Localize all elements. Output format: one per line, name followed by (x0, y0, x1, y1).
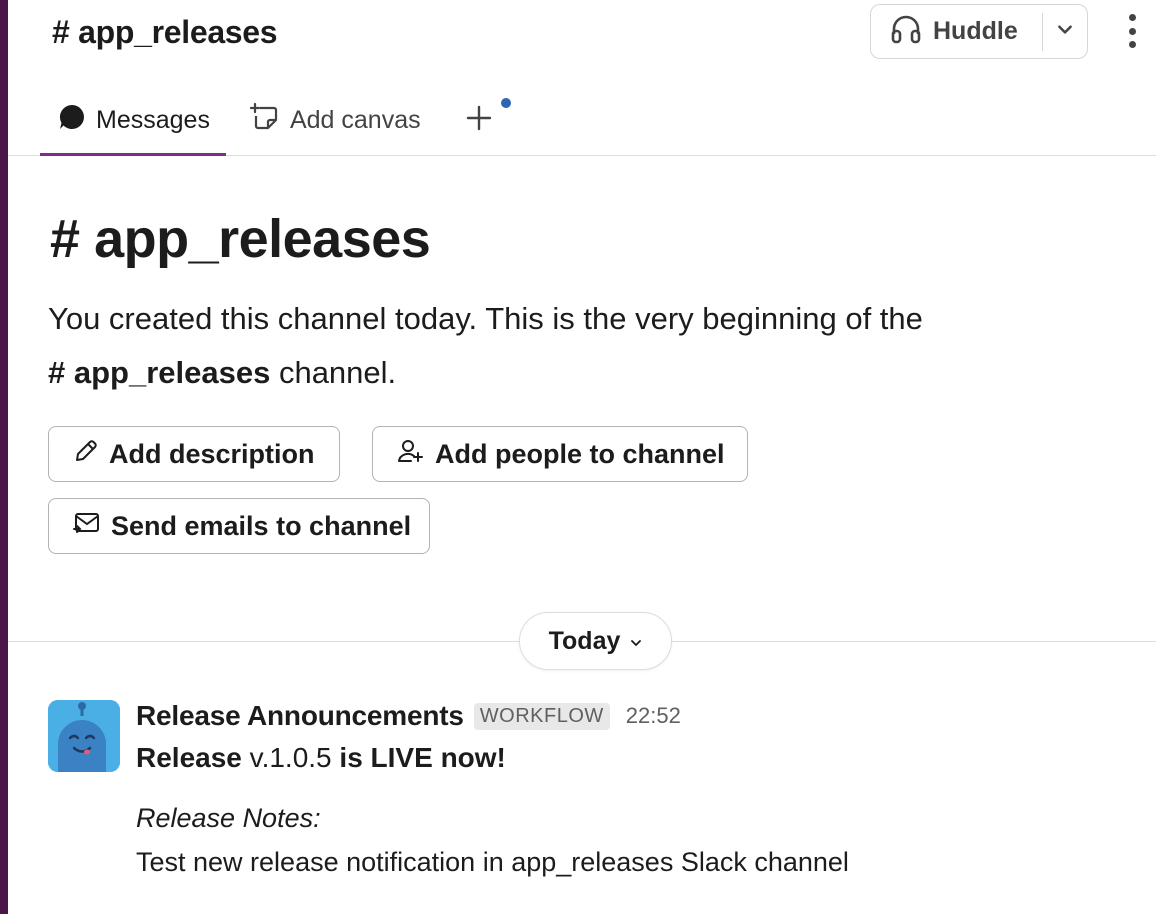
bot-avatar[interactable] (48, 700, 120, 772)
channel-intro-title: # app_releases (50, 208, 431, 270)
headline-release: Release (136, 742, 242, 773)
chevron-down-icon (1056, 20, 1074, 43)
date-divider-label: Today (548, 626, 621, 655)
add-description-button[interactable]: Add description (48, 426, 340, 482)
email-forward-icon (73, 510, 111, 543)
add-canvas-icon (249, 102, 290, 139)
add-people-label: Add people to channel (435, 438, 725, 469)
add-person-icon (397, 438, 435, 471)
message-timestamp[interactable]: 22:52 (626, 703, 681, 729)
huddle-control: Huddle (870, 4, 1088, 59)
plus-icon (465, 104, 493, 137)
headline-status: is LIVE now! (339, 742, 506, 773)
huddle-label: Huddle (933, 17, 1018, 45)
release-notes-text: Test new release notification in app_rel… (136, 847, 849, 877)
headphones-icon (889, 12, 923, 51)
add-tab-button[interactable] (465, 92, 511, 148)
huddle-options-button[interactable] (1043, 5, 1087, 58)
more-actions-button[interactable] (1120, 10, 1144, 52)
channel-intro-text: You created this channel today. This is … (48, 292, 1048, 400)
message-sender[interactable]: Release Announcements (136, 700, 464, 732)
tab-messages-label: Messages (96, 105, 210, 134)
channel-title[interactable]: # app_releases (52, 14, 278, 51)
message-headline: Release v.1.0.5 is LIVE now! (136, 742, 506, 774)
channel-tabs: Messages Add canvas (40, 92, 511, 156)
tab-add-canvas-label: Add canvas (289, 105, 421, 134)
hash-symbol: # (50, 209, 80, 269)
intro-text-after: channel. (278, 355, 397, 390)
notification-dot (500, 98, 511, 108)
channel-link[interactable]: # app_releases (48, 355, 270, 390)
release-notes-label: Release Notes: (136, 803, 321, 833)
kebab-dot-icon (1128, 27, 1136, 35)
intro-text-before: You created this channel today. This is … (48, 301, 923, 336)
channel-header: # app_releases Huddle Messages Add canva… (8, 0, 1156, 156)
chevron-down-icon (620, 627, 642, 656)
send-emails-label: Send emails to channel (111, 510, 412, 541)
tab-messages[interactable]: Messages (40, 92, 226, 156)
channel-intro-name: app_releases (94, 209, 431, 269)
speech-bubble-icon (58, 103, 96, 138)
headline-version: v.1.0.5 (249, 742, 332, 773)
date-jump-button[interactable]: Today (519, 612, 672, 670)
message-header: Release Announcements WORKFLOW 22:52 (136, 698, 681, 734)
pencil-icon (73, 438, 109, 471)
workspace-sidebar-edge (0, 0, 8, 914)
tab-add-canvas[interactable]: Add canvas (232, 92, 437, 148)
huddle-button[interactable]: Huddle (871, 5, 1042, 58)
send-emails-button[interactable]: Send emails to channel (48, 498, 430, 554)
kebab-dot-icon (1128, 14, 1136, 21)
kebab-dot-icon (1128, 41, 1136, 48)
add-people-button[interactable]: Add people to channel (372, 426, 748, 482)
workflow-badge: WORKFLOW (473, 702, 610, 730)
add-description-label: Add description (109, 438, 315, 469)
